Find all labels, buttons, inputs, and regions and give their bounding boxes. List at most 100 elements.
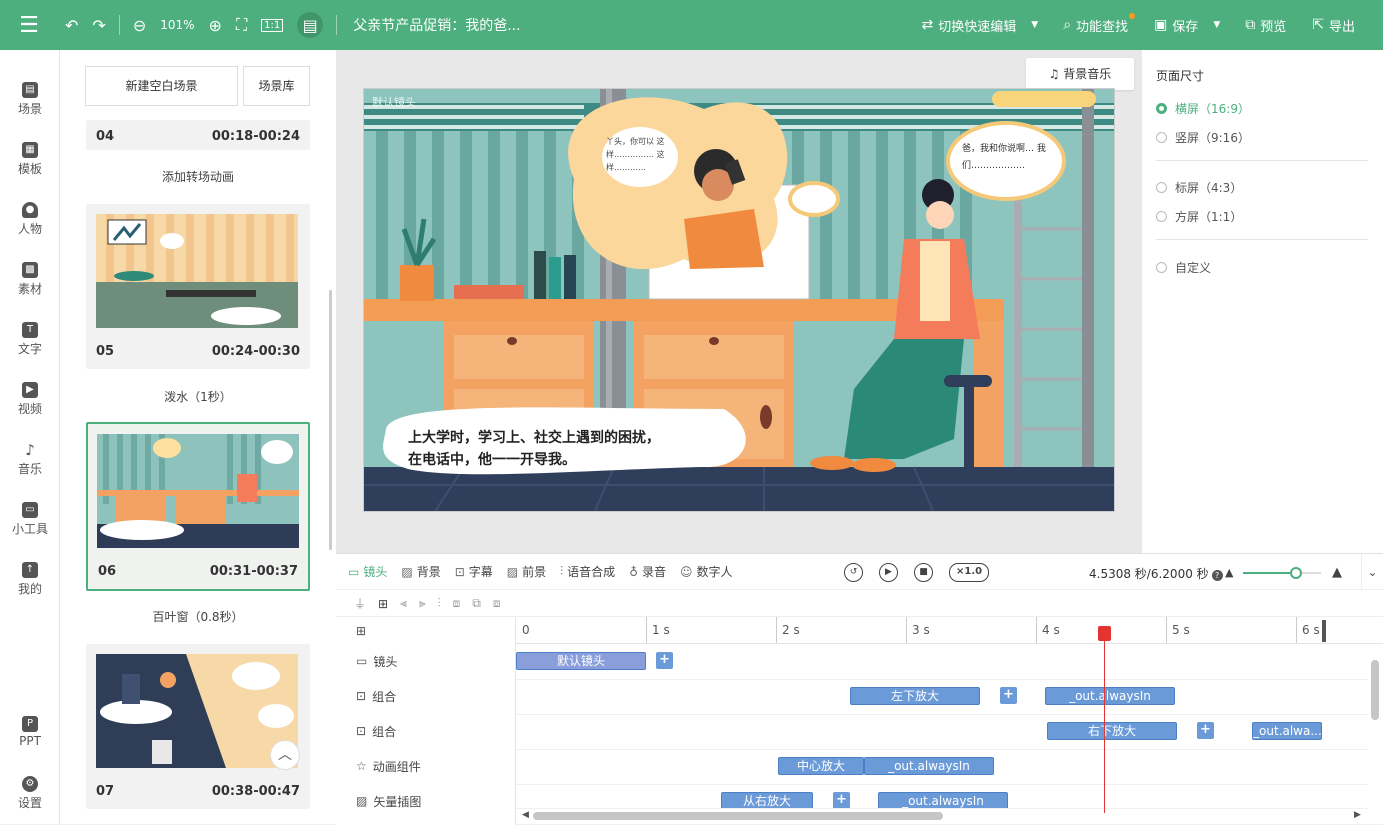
track-group[interactable]: ⊡ 组合 [356, 714, 396, 748]
scene-card-04[interactable]: 04 00:18-00:24 [86, 120, 310, 150]
nav-item-video[interactable]: ▶ 视频 [0, 382, 60, 417]
clip-default-camera[interactable]: 默认镜头 [516, 652, 646, 670]
group-icon[interactable]: ⧉ [472, 596, 481, 611]
timeline-horizontal-scrollbar[interactable] [533, 812, 943, 820]
nav-item-material[interactable]: ▩ 素材 [0, 262, 60, 297]
tab-camera[interactable]: ▭ 镜头 [341, 554, 394, 590]
ratio-option-16-9[interactable]: 横屏（16:9） [1156, 100, 1250, 117]
scene-card-05[interactable]: 05 00:24-00:30 [86, 204, 310, 369]
scroll-to-top-button[interactable]: ︿ [270, 740, 300, 770]
track-animation-component[interactable]: ☆ 动画组件 [356, 749, 421, 783]
filter-icon[interactable]: ⏚ [354, 595, 366, 612]
stop-icon[interactable]: ■ [914, 563, 933, 582]
add-clip-plus-icon[interactable]: + [833, 792, 850, 808]
nav-item-text[interactable]: T 文字 [0, 322, 60, 357]
align-center-icon[interactable]: ⫸ [419, 596, 426, 611]
clip-zoom-bottom-right[interactable]: 右下放大 [1047, 722, 1177, 740]
scroll-right-arrow-icon[interactable]: ▶ [1354, 810, 1361, 820]
tab-record[interactable]: ♁ 录音 [622, 554, 673, 590]
ratio-option-custom[interactable]: 自定义 [1156, 259, 1211, 276]
zoom-out-icon[interactable]: ⊖ [126, 0, 153, 50]
background-icon: ▨ [401, 564, 413, 579]
ratio-option-4-3[interactable]: 标屏（4:3） [1156, 179, 1242, 196]
preview-button[interactable]: ⧉ 预览 [1232, 0, 1299, 50]
ruler-corner-icon[interactable]: ⊞ [356, 618, 372, 644]
switch-quick-edit-button[interactable]: ⇄ 切换快速编辑 [909, 0, 1030, 50]
scene-stage[interactable]: 默认镜头 丫头，你可以 这样…………… 这样………… 爸，我和你说啊… 我们……… [363, 88, 1115, 512]
track-camera[interactable]: ▭ 镜头 [356, 644, 397, 678]
transition-label[interactable]: 添加转场动画 [86, 168, 310, 185]
nav-item-toolbox[interactable]: ▭ 小工具 [0, 502, 60, 537]
add-clip-plus-icon[interactable]: + [1197, 722, 1214, 739]
radio-icon [1156, 211, 1167, 222]
zoom-slider-knob[interactable] [1290, 567, 1303, 579]
scene-panel-scrollbar[interactable] [329, 290, 332, 550]
playback-controls: ↺ ▶ ■ ×1.0 [844, 563, 990, 582]
tab-foreground[interactable]: ▨ 前景 [500, 554, 553, 590]
add-clip-plus-icon[interactable]: + [656, 652, 673, 669]
collapse-timeline-icon[interactable]: ⌄ [1361, 554, 1383, 590]
transition-label[interactable]: 泼水（1秒） [86, 388, 310, 405]
scene-card-07[interactable]: 07 00:38-00:47 [86, 644, 310, 809]
clip-zoom-from-right[interactable]: 从右放大 [721, 792, 813, 808]
ratio-option-9-16[interactable]: 竖屏（9:16） [1156, 129, 1250, 146]
nav-item-ppt[interactable]: P PPT [0, 716, 60, 748]
nav-item-template[interactable]: ▦ 模板 [0, 142, 60, 177]
layer-settings-icon[interactable]: ⊞ [378, 597, 388, 611]
help-icon[interactable]: ? [1211, 570, 1223, 581]
zoom-out-mountain-icon[interactable]: ▲ [1225, 566, 1233, 579]
swap-icon: ⇄ [921, 17, 934, 33]
ratio-option-1-1[interactable]: 方屏（1:1） [1156, 208, 1242, 225]
export-button[interactable]: ⇱ 导出 [1299, 0, 1383, 50]
clip-zoom-bottom-left[interactable]: 左下放大 [850, 687, 980, 705]
playback-speed[interactable]: ×1.0 [949, 563, 990, 582]
tab-tts[interactable]: ⫶ 语音合成 [553, 554, 622, 590]
background-music-button[interactable]: ♫ 背景音乐 [1026, 58, 1134, 90]
clip-zoom-center[interactable]: 中心放大 [778, 757, 864, 775]
tab-subtitle[interactable]: ⊡ 字幕 [448, 554, 500, 590]
switch-dropdown-caret-icon[interactable]: ▼ [1029, 0, 1050, 50]
align-right-icon[interactable]: ⫶ [438, 596, 441, 611]
clip-out-always-in[interactable]: _out.alwaysIn [878, 792, 1008, 808]
scene-card-06[interactable]: 06 00:31-00:37 [86, 422, 310, 591]
nav-item-person[interactable]: ● 人物 [0, 202, 60, 237]
nav-item-scene[interactable]: ▤ 场景 [0, 82, 60, 117]
undo-icon[interactable]: ↶ [58, 0, 85, 50]
save-dropdown-caret-icon[interactable]: ▼ [1211, 0, 1232, 50]
timeline-ruler[interactable]: 0 1 s 2 s 3 s 4 s 5 s 6 s [516, 617, 1383, 644]
nav-item-settings[interactable]: ⚙ 设置 [0, 776, 60, 811]
transition-label[interactable]: 百叶窗（0.8秒） [86, 608, 310, 625]
scene-library-button[interactable]: 场景库 [243, 66, 310, 106]
nav-item-music[interactable]: ♪ 音乐 [0, 442, 60, 477]
document-title[interactable]: 父亲节产品促销：我的爸... [353, 15, 520, 35]
ungroup-icon[interactable]: ⧈ [493, 596, 501, 611]
replay-icon[interactable]: ↺ [844, 563, 863, 582]
scene-time: 00:24-00:30 [211, 344, 300, 359]
timeline-vertical-scrollbar[interactable] [1371, 660, 1379, 720]
zoom-in-mountain-icon[interactable]: ▲ [1332, 565, 1342, 580]
add-clip-plus-icon[interactable]: + [1000, 687, 1017, 704]
clip-out-always-in[interactable]: _out.alwaysIn [864, 757, 994, 775]
tab-background[interactable]: ▨ 背景 [394, 554, 447, 590]
nav-item-my[interactable]: ↑ 我的 [0, 562, 60, 597]
save-button[interactable]: ▣ 保存 [1141, 0, 1211, 50]
timeline-zoom-slider[interactable] [1243, 567, 1321, 579]
stage-camera-label: 默认镜头 [372, 96, 416, 109]
new-blank-scene-button[interactable]: 新建空白场景 [85, 66, 238, 106]
hamburger-menu-icon[interactable]: ☰ [0, 0, 58, 50]
fullscreen-icon[interactable]: ⛶ [229, 0, 254, 50]
clip-out-always-in[interactable]: _out.alwaysIn [1045, 687, 1175, 705]
zoom-in-icon[interactable]: ⊕ [202, 0, 229, 50]
redo-icon[interactable]: ↷ [85, 0, 112, 50]
tab-digital-human[interactable]: ☺ 数字人 [673, 554, 740, 590]
track-vector-illustration[interactable]: ▨ 矢量插图 [356, 784, 421, 818]
align-left-icon[interactable]: ⫷ [400, 596, 407, 611]
actual-size-icon[interactable]: 1:1 [254, 0, 290, 50]
distribute-icon[interactable]: ⧈ [453, 596, 461, 611]
clip-out-always-in[interactable]: _out.alwa... [1252, 722, 1322, 740]
play-icon[interactable]: ▶ [879, 563, 898, 582]
safe-frame-icon[interactable]: ▤ [290, 0, 330, 50]
scroll-left-arrow-icon[interactable]: ◀ [522, 810, 529, 820]
feature-search-button[interactable]: ⌕ 功能查找 [1050, 0, 1141, 50]
track-group[interactable]: ⊡ 组合 [356, 679, 396, 713]
